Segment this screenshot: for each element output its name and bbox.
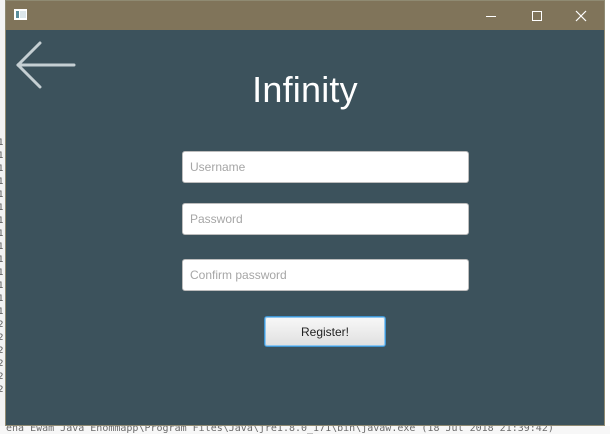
page-title: Infinity (252, 69, 358, 110)
window-titlebar[interactable] (6, 1, 604, 30)
console-line: 1 (0, 177, 4, 187)
app-window: Infinity Register! (5, 0, 605, 426)
register-button[interactable]: Register! (264, 316, 386, 347)
console-line: 2 (0, 333, 4, 343)
console-line: 1 (0, 138, 4, 148)
minimize-button[interactable] (468, 1, 514, 30)
password-field[interactable] (182, 203, 469, 235)
console-line: 2 (0, 372, 4, 382)
console-line: 1 (0, 307, 4, 317)
console-line: 1 (0, 216, 4, 226)
registration-screen: Infinity Register! (6, 30, 604, 425)
maximize-icon (532, 10, 542, 21)
console-line: 1 (0, 242, 4, 252)
console-line: 1 (0, 190, 4, 200)
maximize-button[interactable] (514, 1, 560, 30)
console-line: 2 (0, 385, 4, 395)
console-line: 1 (0, 164, 4, 174)
username-field[interactable] (182, 151, 469, 183)
console-line: 1 (0, 268, 4, 278)
confirm-password-field[interactable] (182, 259, 469, 291)
minimize-icon (486, 15, 496, 17)
close-button[interactable] (558, 1, 604, 30)
console-line: 1 (0, 294, 4, 304)
console-line: 2 (0, 359, 4, 369)
console-line: 2 (0, 346, 4, 356)
console-line: 1 (0, 281, 4, 291)
console-line: 1 (0, 151, 4, 161)
console-line: 1 (0, 229, 4, 239)
app-window-icon (14, 9, 27, 20)
close-icon (575, 10, 587, 21)
console-line: 2 (0, 320, 4, 330)
console-path-text: ena Ewam Java Enommapp\Program Files\Jav… (6, 426, 554, 434)
background-console-footer: ena Ewam Java Enommapp\Program Files\Jav… (0, 426, 610, 434)
console-line: 1 (0, 255, 4, 265)
console-line: 1 (0, 203, 4, 213)
